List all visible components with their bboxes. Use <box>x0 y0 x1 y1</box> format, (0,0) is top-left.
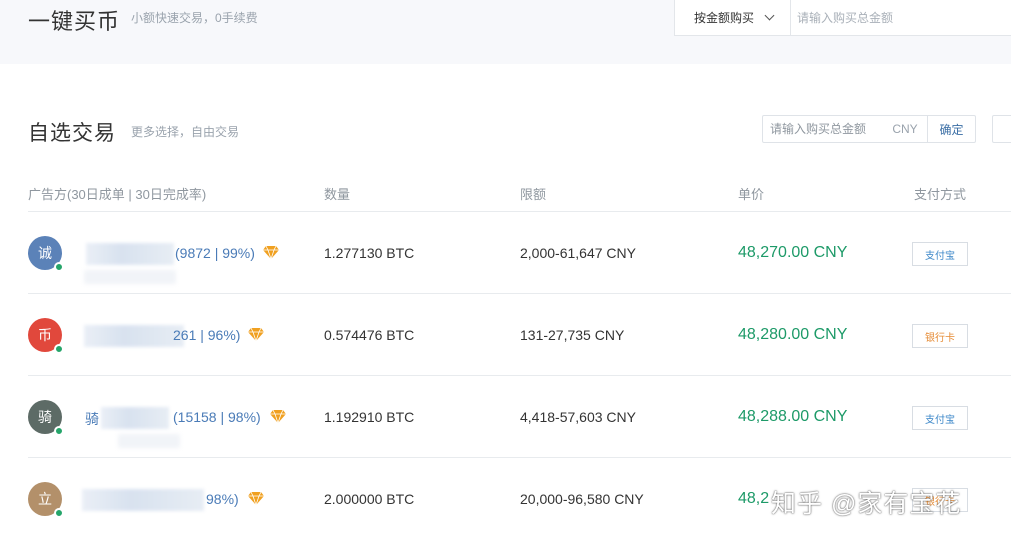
quantity: 2.000000 BTC <box>324 491 415 507</box>
blurred-name <box>101 407 169 429</box>
limit: 131-27,735 CNY <box>520 327 625 343</box>
diamond-icon <box>248 491 264 505</box>
limit: 20,000-96,580 CNY <box>520 491 644 507</box>
chevron-down-icon <box>764 10 775 21</box>
section-subtitle: 更多选择，自由交易 <box>131 125 240 139</box>
confirm-button[interactable]: 确定 <box>927 116 975 142</box>
payment-method-badge: 支付宝 <box>912 242 968 266</box>
payment-method-badge: 支付宝 <box>912 406 968 430</box>
header-price: 单价 <box>738 187 765 202</box>
diamond-icon <box>248 327 264 341</box>
quantity: 0.574476 BTC <box>324 327 415 343</box>
limit: 2,000-61,647 CNY <box>520 245 636 261</box>
merchant-stats[interactable]: (15158 | 98%) <box>173 409 261 425</box>
buy-mode-select[interactable]: 按金额购买 <box>675 0 791 35</box>
price: 48,280.00 CNY <box>738 326 848 343</box>
diamond-icon <box>263 245 279 259</box>
merchant-stats[interactable]: 261 | 96%) <box>173 327 240 343</box>
price: 48,288.00 CNY <box>738 408 848 425</box>
blurred-name <box>86 243 174 265</box>
online-status-dot <box>54 344 64 354</box>
header-quantity: 数量 <box>324 187 351 202</box>
filter-unit-label: CNY <box>892 122 918 136</box>
blurred-detail <box>84 270 176 284</box>
filter-amount-input[interactable] <box>763 116 883 142</box>
quick-buy-subtitle: 小额快速交易，0手续费 <box>131 11 258 25</box>
extra-filter-button[interactable] <box>992 115 1011 143</box>
quick-buy-title: 一键买币 <box>28 9 121 34</box>
online-status-dot <box>54 262 64 272</box>
buy-mode-label: 按金额购买 <box>694 11 755 25</box>
table-row[interactable]: 骑 骑 (15158 | 98%) 1.192910 BTC 4,418-57,… <box>28 376 1011 458</box>
section-title: 自选交易 <box>28 122 116 145</box>
header-advertiser: 广告方(30日成单 | 30日完成率) <box>28 187 207 202</box>
blurred-name <box>82 489 204 511</box>
amount-filter: CNY 确定 <box>762 115 976 143</box>
header-payment: 支付方式 <box>914 187 967 202</box>
merchant-stats[interactable]: 98%) <box>206 491 239 507</box>
online-status-dot <box>54 508 64 518</box>
quantity: 1.192910 BTC <box>324 409 415 425</box>
zhihu-watermark: 知乎 @家有宝花 <box>771 490 962 518</box>
merchant-stats[interactable]: (9872 | 99%) <box>175 245 255 261</box>
price: 48,270.00 CNY <box>738 244 848 261</box>
payment-method-badge: 银行卡 <box>912 324 968 348</box>
table-row[interactable]: 币 261 | 96%) 0.574476 BTC 131-27,735 CNY… <box>28 294 1011 376</box>
blurred-detail <box>118 434 180 448</box>
blurred-name <box>84 325 184 347</box>
quick-buy-banner: 一键买币 小额快速交易，0手续费 按金额购买 <box>0 0 1011 64</box>
table-row[interactable]: 诚 (9872 | 99%) 1.277130 BTC 2,000-61,647… <box>28 212 1011 294</box>
quantity: 1.277130 BTC <box>324 245 415 261</box>
quick-buy-form: 按金额购买 <box>674 0 1011 36</box>
diamond-icon <box>270 409 286 423</box>
price: 48,2 <box>738 490 770 507</box>
merchant-name-prefix[interactable]: 骑 <box>85 409 99 429</box>
online-status-dot <box>54 426 64 436</box>
quick-amount-input[interactable] <box>791 0 1011 35</box>
limit: 4,418-57,603 CNY <box>520 409 636 425</box>
header-limit: 限额 <box>520 187 547 202</box>
